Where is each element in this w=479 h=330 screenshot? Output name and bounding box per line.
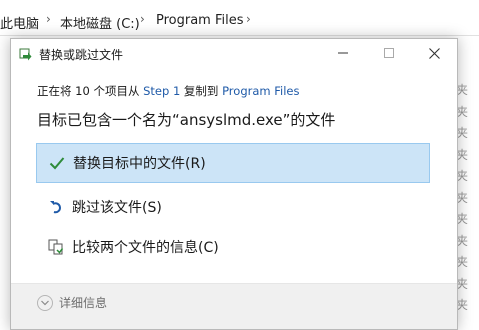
source-folder-link[interactable]: Step 1 [143,84,180,98]
breadcrumb-chevron-icon[interactable]: › [246,12,251,26]
replace-option-label: 替换目标中的文件(R) [73,156,206,172]
dialog-footer: 详细信息 [11,284,457,329]
dialog-titlebar[interactable]: 替换或跳过文件 [11,39,457,69]
copy-dialog-icon [19,47,33,61]
replace-file-option[interactable]: 替换目标中的文件(R) [36,143,430,183]
file-type-cell: 夹 [456,255,469,269]
breadcrumb-local-disk[interactable]: 本地磁盘 (C:) [60,13,140,32]
copy-status-line: 正在将 10 个项目从 Step 1 复制到 Program Files [37,83,300,99]
undo-arrow-icon [45,199,67,215]
file-type-cell: 夹 [456,126,469,140]
status-middle: 复制到 [180,84,223,98]
breadcrumb-program-files[interactable]: Program Files [156,13,244,28]
file-type-cell: 夹 [456,83,469,97]
breadcrumb-this-pc[interactable]: 此电脑 [0,13,39,32]
conflict-heading: 目标已包含一个名为“ansyslmd.exe”的文件 [37,111,336,129]
file-type-cell: 夹 [456,276,469,291]
dialog-title: 替换或跳过文件 [39,48,124,62]
more-details-toggle[interactable]: 详细信息 [37,294,107,311]
replace-or-skip-dialog: 替换或跳过文件 正在将 10 个项目从 Step 1 复制到 Program F… [10,38,458,330]
skip-file-option[interactable]: 跳过该文件(S) [36,187,430,227]
file-list-type-column: 夹 夹 夹 夹 夹 夹 夹 夹 夹 夹 夹 [456,80,476,317]
file-type-cell: 夹 [456,190,469,205]
close-button[interactable] [411,39,457,69]
file-type-cell: 夹 [456,298,469,312]
minimize-button[interactable] [320,39,366,69]
file-type-cell: 夹 [456,104,469,119]
checkmark-icon [46,156,68,170]
more-details-label: 详细信息 [59,296,108,310]
status-prefix: 正在将 10 个项目从 [37,84,144,98]
breadcrumb-chevron-icon[interactable]: › [140,12,145,26]
file-type-cell: 夹 [456,212,469,226]
compare-files-option[interactable]: 比较两个文件的信息(C) [36,227,430,267]
breadcrumb-chevron-icon[interactable]: › [46,12,51,26]
compare-documents-icon [45,239,67,255]
file-type-cell: 夹 [456,169,469,183]
maximize-button [366,39,412,69]
chevron-down-icon [37,294,53,311]
compare-option-label: 比较两个文件的信息(C) [72,240,219,256]
skip-option-label: 跳过该文件(S) [72,200,162,216]
destination-folder-link[interactable]: Program Files [222,84,299,98]
file-type-cell: 夹 [456,147,469,162]
file-type-cell: 夹 [456,233,469,248]
address-bar[interactable]: 此电脑 › 本地磁盘 (C:) › Program Files › [0,7,479,36]
